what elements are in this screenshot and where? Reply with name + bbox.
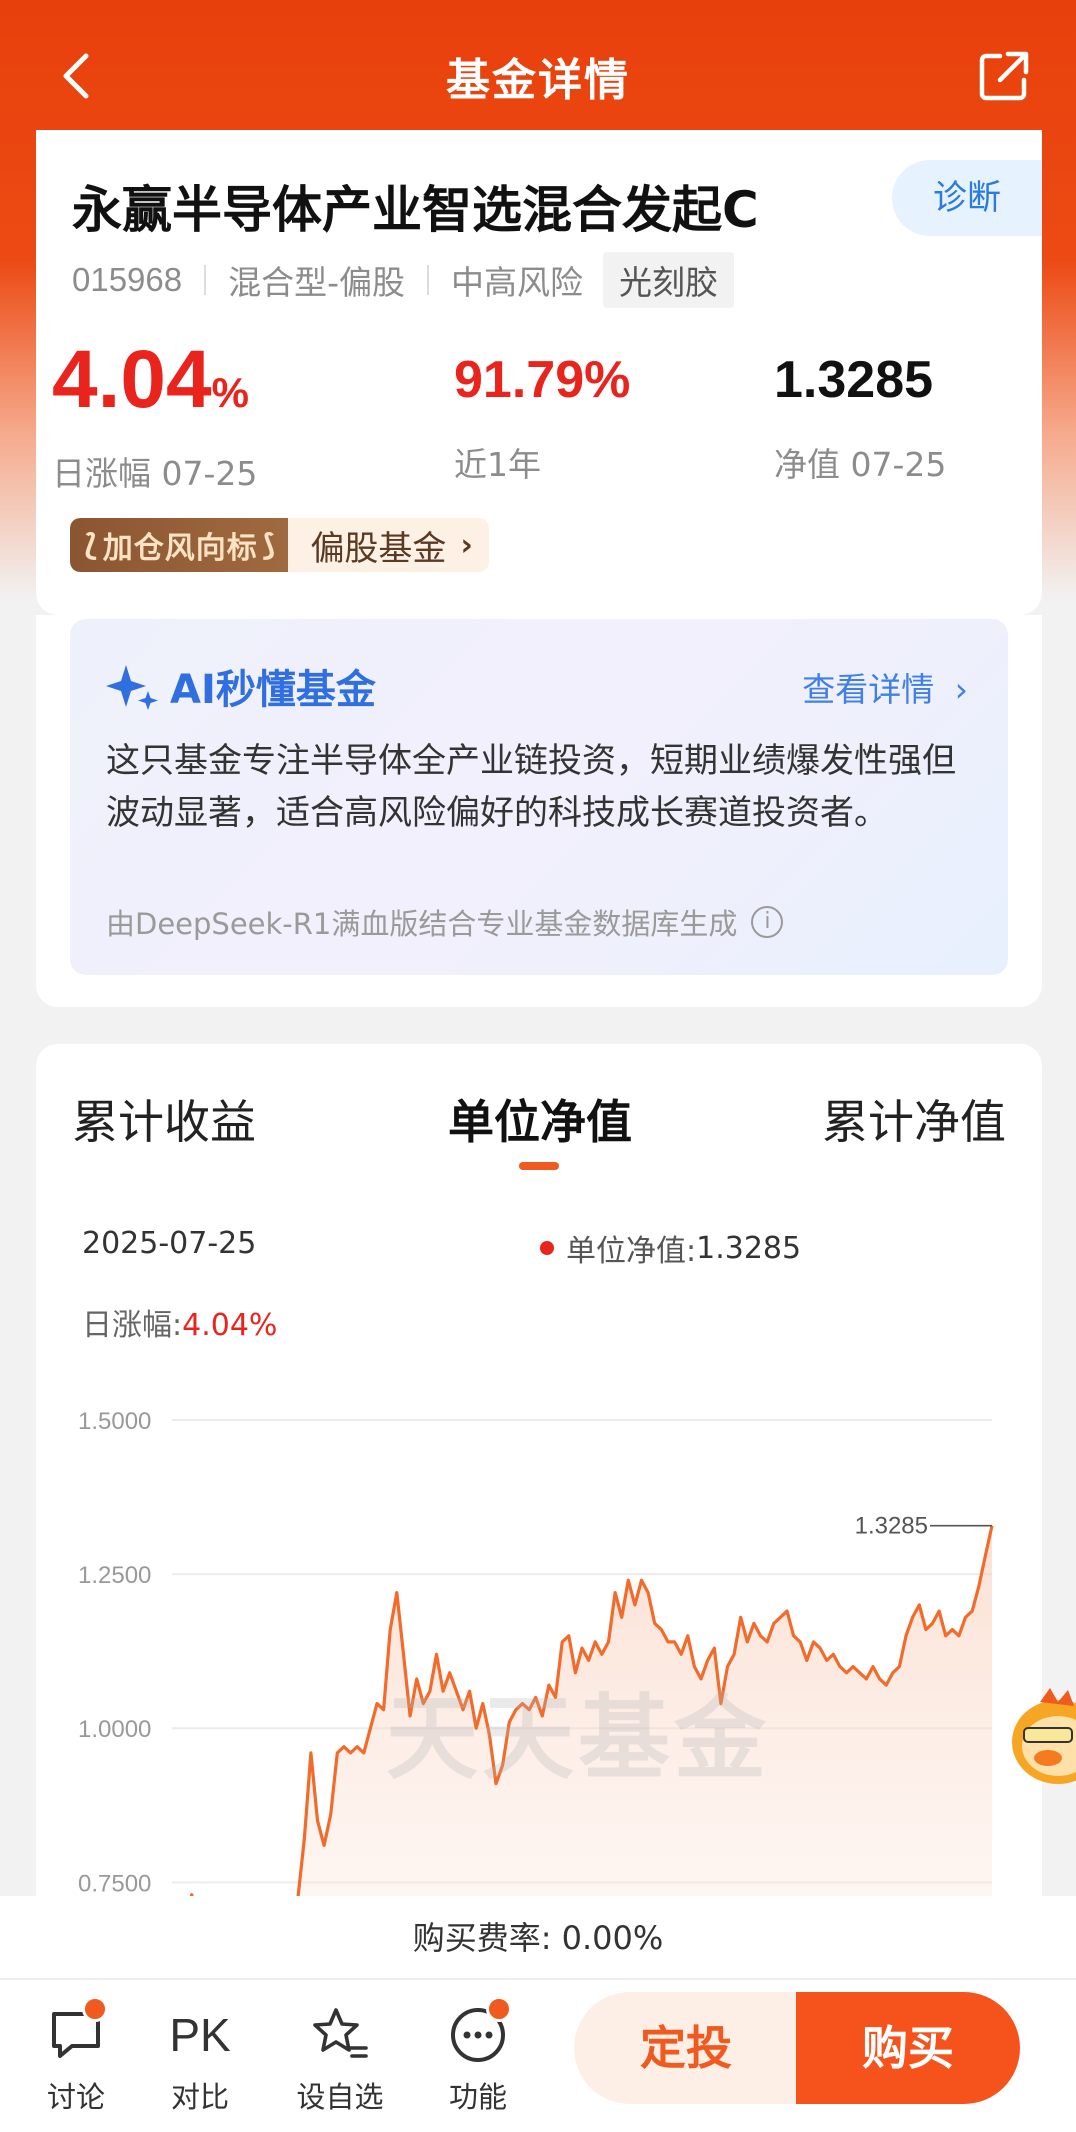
ai-title: AI秒懂基金	[106, 657, 376, 715]
ai-summary-text: 这只基金专注半导体全产业链投资，短期业绩爆发性强但波动显著，适合高风险偏好的科技…	[106, 741, 956, 833]
wind-vane-badge-text: 加仓风向标	[102, 531, 258, 566]
wind-vane-text: 偏股基金	[310, 528, 447, 569]
chart-nav-value: 1.3285	[696, 1230, 802, 1266]
tab-cumulative-return[interactable]: 累计收益	[72, 1086, 256, 1152]
navbar: 基金详情	[0, 0, 1076, 150]
ai-title-text: AI秒懂基金	[170, 667, 376, 713]
series-dot	[540, 1241, 554, 1255]
y-tick-label: 0.7500	[78, 1870, 151, 1897]
day-change-label: 日涨幅 07-25	[52, 454, 258, 493]
day-change-unit: %	[211, 369, 249, 416]
chart-change-label: 日涨幅:	[82, 1308, 183, 1343]
add-watchlist-button[interactable]: 设自选	[290, 2002, 390, 2116]
watermark: 天天基金	[386, 1684, 771, 1792]
sip-button[interactable]: 定投	[574, 1992, 798, 2104]
page-title: 基金详情	[446, 55, 630, 106]
chevron-right-icon: ›	[954, 670, 968, 709]
notification-dot	[486, 1996, 512, 2022]
day-change-value: 4.04	[52, 334, 212, 425]
tab-unit-nav[interactable]: 单位净值	[448, 1086, 632, 1152]
chart-date: 2025-07-25	[82, 1226, 257, 1261]
y-tick-label: 1.0000	[78, 1716, 151, 1743]
ai-summary-box: AI秒懂基金 查看详情 › 这只基金专注半导体全产业链投资，短期业绩爆发性强但波…	[70, 619, 1008, 975]
nav-value: 1.3285	[774, 351, 934, 409]
wind-vane-text-box: 偏股基金 ›	[288, 518, 489, 572]
info-icon[interactable]: i	[751, 906, 784, 938]
notification-dot	[82, 1996, 108, 2022]
chart-change-readout: 日涨幅:4.04%	[82, 1300, 277, 1344]
sparkle-icon	[106, 665, 158, 710]
theme-tag[interactable]: 光刻胶	[603, 252, 735, 308]
tag-divider	[427, 265, 430, 295]
fund-name: 永赢半导体产业智选混合发起C	[72, 181, 759, 239]
compare-button[interactable]: PK 对比	[150, 2002, 250, 2116]
ai-view-details-text: 查看详情	[802, 670, 935, 709]
fund-tags: 015968 混合型-偏股 中高风险 光刻胶	[72, 252, 735, 308]
fund-code: 015968	[72, 261, 183, 298]
mascot-icon[interactable]	[1010, 1680, 1076, 1790]
year-return-label: 近1年	[454, 445, 541, 484]
nav-line-chart[interactable]: 1.5000 1.2500 1.0000 0.7500 1.3285	[36, 1364, 1042, 1944]
year-return-stat: 91.79% 近1年	[454, 340, 630, 486]
chart-nav-label: 单位净值:	[566, 1234, 697, 1269]
discuss-button[interactable]: 讨论	[26, 1996, 126, 2116]
fund-summary-card: 永赢半导体产业智选混合发起C 诊断 015968 混合型-偏股 中高风险 光刻胶…	[36, 130, 1042, 615]
y-tick-label: 1.2500	[78, 1562, 151, 1589]
tag-divider	[204, 265, 207, 295]
discuss-label: 讨论	[46, 2080, 105, 2114]
active-tab-indicator	[519, 1162, 559, 1170]
day-change-stat: 4.04% 日涨幅 07-25	[52, 339, 258, 495]
buy-button[interactable]: 购买	[796, 1992, 1020, 2104]
share-icon[interactable]	[976, 48, 1032, 104]
pk-icon: PK	[169, 2009, 231, 2061]
year-return-value: 91.79%	[454, 351, 631, 409]
diagnose-button[interactable]: 诊断	[892, 160, 1042, 236]
watchlist-label: 设自选	[296, 2080, 384, 2114]
wind-vane-banner[interactable]: ⟅ 加仓风向标 ⟆ 偏股基金 ›	[70, 518, 489, 572]
star-list-icon	[313, 2008, 368, 2058]
bottom-action-bar: 讨论 PK 对比 设自选 功能 定投 购买	[0, 1980, 1076, 2132]
end-value-label: 1.3285	[855, 1513, 928, 1540]
functions-button[interactable]: 功能	[428, 1996, 528, 2116]
chevron-right-icon: ›	[460, 527, 473, 563]
ai-view-details-link[interactable]: 查看详情 ›	[802, 663, 968, 711]
ai-footnote-text: 由DeepSeek-R1满血版结合专业基金数据库生成	[106, 907, 738, 941]
laurel-right-icon: ⟆	[261, 527, 277, 563]
wind-vane-badge: ⟅ 加仓风向标 ⟆	[70, 518, 289, 572]
ai-footnote: 由DeepSeek-R1满血版结合专业基金数据库生成 i	[106, 901, 784, 943]
tab-cumulative-nav[interactable]: 累计净值	[822, 1086, 1006, 1152]
laurel-left-icon: ⟅	[84, 527, 99, 563]
ai-card: AI秒懂基金 查看详情 › 这只基金专注半导体全产业链投资，短期业绩爆发性强但波…	[36, 615, 1042, 1007]
fund-type: 混合型-偏股	[228, 263, 406, 302]
nav-stat: 1.3285 净值 07-25	[774, 340, 946, 486]
chart-nav-readout: 单位净值: 1.3285	[540, 1226, 801, 1270]
fee-bar: 购买费率: 0.00%	[0, 1896, 1076, 1980]
y-tick-label: 1.5000	[78, 1408, 151, 1435]
functions-label: 功能	[448, 2080, 507, 2114]
compare-label: 对比	[170, 2080, 229, 2114]
chart-change-value: 4.04%	[182, 1308, 278, 1343]
fund-risk: 中高风险	[451, 263, 584, 302]
nav-label: 净值 07-25	[774, 445, 947, 484]
